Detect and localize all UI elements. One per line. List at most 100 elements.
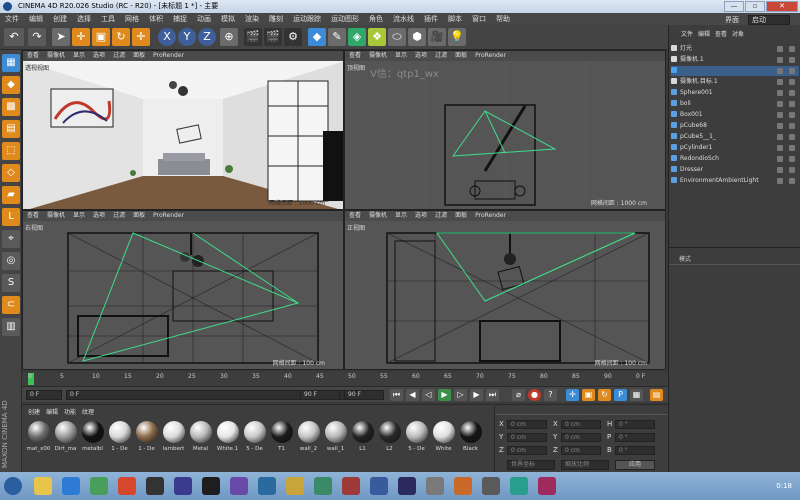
goto-start-icon[interactable]: ⏮ [390, 389, 403, 401]
viewport-top[interactable]: 查看 摄像机 显示 选项 过滤 面板 ProRender 顶视图 V信：qtp1… [344, 50, 666, 210]
undo-icon[interactable]: ↶ [4, 28, 24, 46]
maximize-button[interactable]: ▫ [745, 1, 765, 12]
coord-field[interactable]: 0 ° [615, 433, 655, 442]
enable-toggle-icon[interactable] [789, 156, 795, 162]
light-icon[interactable]: 💡 [448, 28, 466, 46]
enable-toggle-icon[interactable] [789, 178, 795, 184]
material-tab-texture[interactable]: 纹理 [82, 407, 94, 416]
menu-script[interactable]: 脚本 [443, 13, 467, 25]
y-axis-icon[interactable]: Y [178, 28, 196, 46]
viewport-perspective[interactable]: 查看 摄像机 显示 选项 过滤 面板 ProRender 透视视图 网格间距 :… [22, 50, 344, 210]
visibility-toggle-icon[interactable] [777, 123, 783, 129]
prev-frame-icon[interactable]: ◁ [422, 389, 435, 401]
material-thumbnail[interactable]: wall_1 [323, 419, 348, 459]
app-icon[interactable] [482, 477, 500, 495]
vp-menu-prorender[interactable]: ProRender [149, 51, 188, 61]
current-frame-field[interactable]: 0 F [26, 390, 62, 400]
app-icon[interactable] [90, 477, 108, 495]
snap-icon[interactable]: S [2, 274, 20, 292]
object-row[interactable]: RedondioSch [671, 154, 799, 164]
menu-edit[interactable]: 编辑 [24, 13, 48, 25]
play-icon[interactable]: ▶ [438, 389, 451, 401]
keyframe-icon[interactable]: ⌀ [512, 389, 525, 401]
coord-field[interactable]: 0 cm [561, 433, 601, 442]
enable-toggle-icon[interactable] [789, 167, 795, 173]
menu-motion-tracker[interactable]: 运动跟踪 [288, 13, 326, 25]
key-pla-icon[interactable]: ▦ [630, 389, 643, 401]
obj-menu-object[interactable]: 对象 [732, 29, 744, 39]
menu-character[interactable]: 角色 [364, 13, 388, 25]
vp-menu-prorender[interactable]: ProRender [471, 211, 510, 221]
enable-toggle-icon[interactable] [789, 90, 795, 96]
minimize-button[interactable]: — [724, 1, 744, 12]
vp-menu-panel[interactable]: 面板 [129, 211, 149, 221]
scene-icon[interactable]: ⬢ [408, 28, 426, 46]
visibility-toggle-icon[interactable] [777, 68, 783, 74]
select-arrow-icon[interactable]: ➤ [52, 28, 70, 46]
make-editable-icon[interactable]: ▦ [2, 54, 20, 72]
app-icon[interactable] [258, 477, 276, 495]
cube-icon[interactable]: ◆ [308, 28, 326, 46]
vp-menu-camera[interactable]: 摄像机 [365, 51, 391, 61]
coord-field[interactable]: 0 cm [507, 446, 547, 455]
uv-mode-icon[interactable]: L [2, 208, 20, 226]
object-row[interactable]: boli [671, 99, 799, 109]
next-frame-icon[interactable]: ▷ [454, 389, 467, 401]
app-icon[interactable] [230, 477, 248, 495]
vp-menu-options[interactable]: 选项 [89, 211, 109, 221]
enable-axis-icon[interactable]: ⌖ [2, 230, 20, 248]
object-row[interactable]: pCube68 [671, 121, 799, 131]
polygons-mode-icon[interactable]: ▰ [2, 186, 20, 204]
obj-menu-file[interactable]: 文件 [681, 29, 693, 39]
menu-render[interactable]: 渲染 [240, 13, 264, 25]
next-key-icon[interactable]: ▶ [470, 389, 483, 401]
timeline-window-icon[interactable]: ▤ [650, 389, 663, 401]
visibility-toggle-icon[interactable] [777, 46, 783, 52]
menu-pipeline[interactable]: 流水线 [388, 13, 419, 25]
object-row[interactable]: Box001 [671, 110, 799, 120]
material-tab-edit[interactable]: 编辑 [46, 407, 58, 416]
menu-create[interactable]: 创建 [48, 13, 72, 25]
object-row[interactable]: Dresser [671, 165, 799, 175]
vp-menu-display[interactable]: 显示 [69, 51, 89, 61]
enable-toggle-icon[interactable] [789, 123, 795, 129]
coordinate-system-icon[interactable]: ⊕ [220, 28, 238, 46]
vp-menu-prorender[interactable]: ProRender [471, 51, 510, 61]
material-thumbnail[interactable]: L2 [377, 419, 402, 459]
object-row[interactable]: pCube5__1_ [671, 132, 799, 142]
menu-simulate[interactable]: 模拟 [216, 13, 240, 25]
visibility-toggle-icon[interactable] [777, 178, 783, 184]
coord-field[interactable]: 0 cm [507, 420, 547, 429]
timeline-ruler[interactable]: 0 5 10 15 20 25 30 35 40 45 50 55 60 65 … [22, 372, 668, 386]
menu-tools[interactable]: 工具 [96, 13, 120, 25]
attr-mode-label[interactable]: 模式 [679, 254, 691, 263]
visibility-toggle-icon[interactable] [777, 57, 783, 63]
visibility-toggle-icon[interactable] [777, 101, 783, 107]
coord-field[interactable]: 0 cm [561, 446, 601, 455]
object-row[interactable] [671, 66, 799, 76]
vp-menu-camera[interactable]: 摄像机 [365, 211, 391, 221]
material-thumbnail[interactable]: lambert [161, 419, 186, 459]
vp-menu-prorender[interactable]: ProRender [149, 211, 188, 221]
start-button-icon[interactable] [4, 477, 22, 495]
explorer-icon[interactable] [34, 477, 52, 495]
preview-end-field[interactable]: 90 F [300, 390, 340, 400]
obj-menu-view[interactable]: 查看 [715, 29, 727, 39]
move-icon[interactable]: ✛ [72, 28, 90, 46]
vp-menu-panel[interactable]: 面板 [451, 51, 471, 61]
visibility-toggle-icon[interactable] [777, 90, 783, 96]
auto-key-icon[interactable]: ? [544, 389, 557, 401]
material-thumbnail[interactable]: L1 [350, 419, 375, 459]
app-icon[interactable] [370, 477, 388, 495]
scale-icon[interactable]: ▣ [92, 28, 110, 46]
menu-help[interactable]: 帮助 [491, 13, 515, 25]
enable-toggle-icon[interactable] [789, 79, 795, 85]
vp-menu-camera[interactable]: 摄像机 [43, 51, 69, 61]
material-thumbnail[interactable]: 1 - De [134, 419, 159, 459]
render-picture-viewer-icon[interactable]: 🎬 [264, 28, 282, 46]
prev-key-icon[interactable]: ◀ [406, 389, 419, 401]
camera-icon[interactable]: 🎥 [428, 28, 446, 46]
key-rotation-icon[interactable]: ↻ [598, 389, 611, 401]
vp-menu-display[interactable]: 显示 [391, 51, 411, 61]
lock-icon[interactable]: ▥ [2, 318, 20, 336]
